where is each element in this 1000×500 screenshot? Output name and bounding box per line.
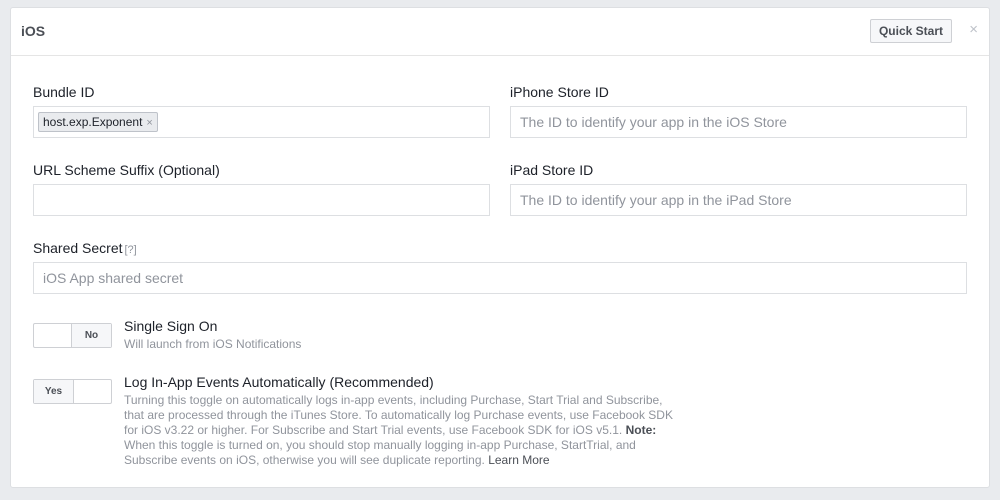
ipad-store-id-label: iPad Store ID [510,162,594,178]
bundle-id-input[interactable]: host.exp.Exponent × [33,106,490,138]
ipad-store-id-input[interactable] [510,184,967,216]
log-events-title: Log In-App Events Automatically (Recomme… [124,374,434,390]
close-icon[interactable]: × [969,21,978,39]
ios-settings-panel: iOS Quick Start × Bundle ID host.exp.Exp… [10,7,990,488]
help-icon[interactable]: [?] [125,244,137,256]
log-events-description: Turning this toggle on automatically log… [124,393,744,468]
iphone-store-id-input[interactable] [510,106,967,138]
log-events-description-line: for iOS v3.22 or higher. For Subscribe a… [124,423,744,438]
bundle-id-token: host.exp.Exponent × [38,112,158,132]
iphone-store-id-label: iPhone Store ID [510,84,609,100]
url-scheme-suffix-input[interactable] [33,184,490,216]
log-events-description-line: Subscribe events on iOS, otherwise you w… [124,453,744,468]
panel-header: iOS Quick Start × [11,8,989,56]
single-sign-on-toggle[interactable]: No [33,323,112,348]
log-events-description-line: Turning this toggle on automatically log… [124,393,663,407]
log-events-description-text: Subscribe events on iOS, otherwise you w… [124,453,485,467]
log-events-description-text: for iOS v3.22 or higher. For Subscribe a… [124,423,623,437]
log-events-description-line: When this toggle is turned on, you shoul… [124,438,636,452]
learn-more-link[interactable]: Learn More [488,453,549,467]
shared-secret-input[interactable] [33,262,967,294]
bundle-id-label: Bundle ID [33,84,95,100]
log-events-description-line: that are processed through the iTunes St… [124,408,673,422]
single-sign-on-toggle-label: No [71,324,111,347]
single-sign-on-title: Single Sign On [124,318,218,334]
log-events-toggle[interactable]: Yes [33,379,112,404]
note-label: Note: [625,423,657,437]
panel-title: iOS [21,23,46,39]
quick-start-button[interactable]: Quick Start [869,19,952,43]
token-remove-icon[interactable]: × [146,117,152,129]
single-sign-on-description: Will launch from iOS Notifications [124,337,302,351]
url-scheme-suffix-label: URL Scheme Suffix (Optional) [33,162,220,178]
shared-secret-label-text: Shared Secret [33,240,123,256]
log-events-toggle-label: Yes [34,380,74,403]
shared-secret-label: Shared Secret [?] [33,240,137,256]
bundle-id-token-text: host.exp.Exponent [43,115,143,129]
